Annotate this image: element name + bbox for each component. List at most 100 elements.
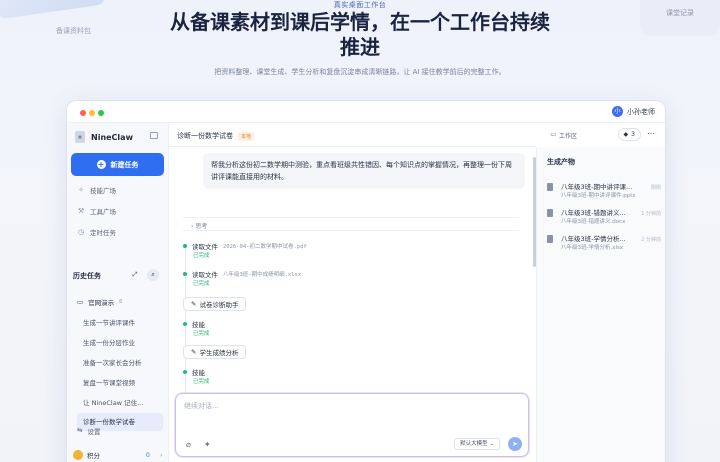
model-label: 默认大模型	[460, 441, 488, 447]
chat-composer[interactable]: 继续对话... ⌀ ✦ 默认大模型 ⌄ ➤	[175, 393, 529, 457]
coin-icon	[73, 450, 83, 460]
chat-header: 诊断一份数学试卷 本地	[169, 123, 536, 147]
folder-icon: ▭	[550, 131, 556, 138]
hero-subtitle: 把资料整理、课堂生成、学生分析和复盘沉淀串成清晰链路，让 AI 接住教学前后的完…	[214, 68, 506, 76]
send-button[interactable]: ➤	[508, 437, 522, 451]
points-bar[interactable]: 积分 0 ›	[73, 447, 163, 462]
file-icon	[547, 183, 553, 191]
decorative-caption: 备课资料包	[56, 27, 91, 35]
sidebar-item-label: 技能广场	[90, 187, 116, 195]
success-dot-icon	[183, 272, 187, 276]
history-title: 历史任务	[73, 272, 101, 280]
file-meta: 八年级3班-错题讲义.docx	[561, 219, 626, 225]
collapse-sidebar-icon[interactable]	[150, 132, 158, 139]
folder-icon: ▭	[77, 298, 84, 306]
step-status: 已完成	[193, 253, 210, 259]
group-count: 6	[119, 299, 123, 305]
sidebar-item-label: 定时任务	[90, 229, 116, 237]
attach-icon[interactable]: ⌀	[186, 440, 191, 449]
task-name: 诊断一份数学试卷	[177, 132, 233, 140]
history-item[interactable]: 生成一节讲评课件	[83, 317, 135, 327]
file-time: 1 分钟前	[641, 211, 661, 217]
logo-icon: ▦	[75, 131, 85, 143]
history-group[interactable]: ▭ 官网演示 6	[77, 297, 122, 307]
new-task-button[interactable]: + 新建任务	[71, 153, 164, 176]
skill-chip[interactable]: ✎ 试卷诊断助手	[183, 297, 247, 311]
skill-name: 试卷诊断助手	[199, 301, 239, 309]
maximize-window-button[interactable]	[98, 110, 104, 116]
step-skill: 技能	[183, 367, 205, 377]
points-value: 0	[146, 451, 150, 459]
file-time: 刚刚	[650, 185, 661, 191]
history-item[interactable]: 让 NineClaw 记住...	[83, 397, 143, 407]
sidebar-item-skills[interactable]: ✧ 技能广场	[77, 185, 116, 195]
step-title: 读取文件	[192, 243, 218, 251]
chevron-down-icon: ⌄	[489, 441, 494, 447]
user-message: 帮我分析这份初二数学期中测验，重点看班级共性错因、每个知识点的掌握情况，再整理一…	[203, 153, 525, 189]
settings-label: 设置	[87, 428, 101, 436]
user-name: 小孙老师	[627, 107, 655, 116]
tool-icon: ⚒	[77, 207, 85, 215]
artifact-count-button[interactable]: ◆ 3	[617, 128, 641, 141]
sidebar-item-scheduled[interactable]: ◷ 定时任务	[77, 227, 116, 237]
file-name: 八年级3班-期中讲评课...	[561, 183, 633, 191]
file-icon	[547, 209, 553, 217]
outputs-panel: 生成产物 八年级3班-期中讲评课... 八年级3班-期中讲评课件.pptx 刚刚…	[536, 147, 665, 462]
success-dot-icon	[183, 244, 187, 248]
chevron-right-icon: ›	[159, 451, 163, 459]
settings-item[interactable]: ⇆ 设置	[77, 426, 100, 436]
more-icon[interactable]: ⋯	[647, 129, 655, 138]
history-item[interactable]: 复盘一节课堂视频	[83, 377, 135, 387]
step-skill: 技能	[183, 319, 205, 329]
skill-chip[interactable]: ✎ 学生成绩分析	[183, 345, 247, 359]
file-name: 八年级3班-学情分析...	[561, 235, 626, 243]
workspace-button[interactable]: ▭ 工作区	[550, 131, 577, 140]
user-menu[interactable]: 小 小孙老师	[612, 106, 655, 117]
task-title: 诊断一份数学试卷 本地	[177, 131, 255, 141]
thinking-toggle[interactable]: › 思考	[183, 217, 519, 231]
step-read-file: 读取文件 八年级3班-期中成绩明细.xlsx	[183, 269, 301, 279]
status-badge: 本地	[238, 131, 255, 141]
artifact-count: 3	[631, 131, 635, 138]
file-name: 八年级3班-错题讲义...	[561, 209, 626, 217]
title-bar: 小 小孙老师	[67, 101, 665, 123]
step-title: 技能	[192, 321, 205, 329]
search-icon[interactable]: ⌕	[147, 269, 159, 281]
history-item[interactable]: 准备一次家长会分析	[83, 357, 142, 367]
step-title: 技能	[192, 369, 205, 377]
wand-icon: ✎	[191, 300, 197, 308]
avatar: 小	[612, 106, 623, 117]
step-status: 已完成	[193, 281, 210, 287]
message-input[interactable]: 继续对话...	[184, 401, 219, 411]
close-window-button[interactable]	[80, 110, 86, 116]
sidebar-item-tools[interactable]: ⚒ 工具广场	[77, 206, 116, 216]
step-read-file: 读取文件 2026-04-初二数学期中试卷.pdf	[183, 241, 307, 251]
file-meta: 八年级3班-期中讲评课件.pptx	[561, 193, 636, 199]
brand: ▦ NineClaw	[75, 131, 133, 143]
points-label: 积分	[87, 452, 100, 460]
history-header: 历史任务 ⤢ ⌕	[73, 269, 163, 281]
chevron-right-icon: ›	[191, 223, 194, 230]
sidebar: ▦ NineClaw + 新建任务 ✧ 技能广场 ⚒ 工具广场 ◷ 定时任务 历…	[67, 123, 169, 462]
hero-title: 从备课素材到课后学情，在一个工作台持续推进	[170, 10, 550, 59]
wand-icon: ✎	[191, 348, 197, 356]
sparkle-icon[interactable]: ✦	[204, 440, 211, 449]
step-status: 已完成	[193, 331, 210, 337]
hero-tag: 真实桌面工作台	[333, 1, 387, 9]
group-name: 官网演示	[88, 299, 115, 307]
expand-icon[interactable]: ⤢	[129, 269, 141, 281]
step-detail: 八年级3班-期中成绩明细.xlsx	[223, 272, 302, 278]
step-title: 读取文件	[192, 271, 218, 279]
history-item[interactable]: 生成一份分层作业	[83, 337, 135, 347]
model-select[interactable]: 默认大模型 ⌄	[454, 438, 500, 450]
thinking-label: 思考	[195, 223, 208, 230]
step-status: 已完成	[193, 379, 210, 385]
settings-icon: ⇆	[77, 426, 83, 434]
chat-panel: 诊断一份数学试卷 本地 帮我分析这份初二数学期中测验，重点看班级共性错因、每个知…	[169, 123, 536, 462]
sidebar-item-label: 工具广场	[90, 208, 116, 216]
file-meta: 八年级3班-学情分析.xlsx	[561, 245, 624, 251]
minimize-window-button[interactable]	[89, 110, 95, 116]
file-icon	[547, 235, 553, 243]
success-dot-icon	[183, 322, 187, 326]
plus-icon: +	[96, 160, 106, 169]
